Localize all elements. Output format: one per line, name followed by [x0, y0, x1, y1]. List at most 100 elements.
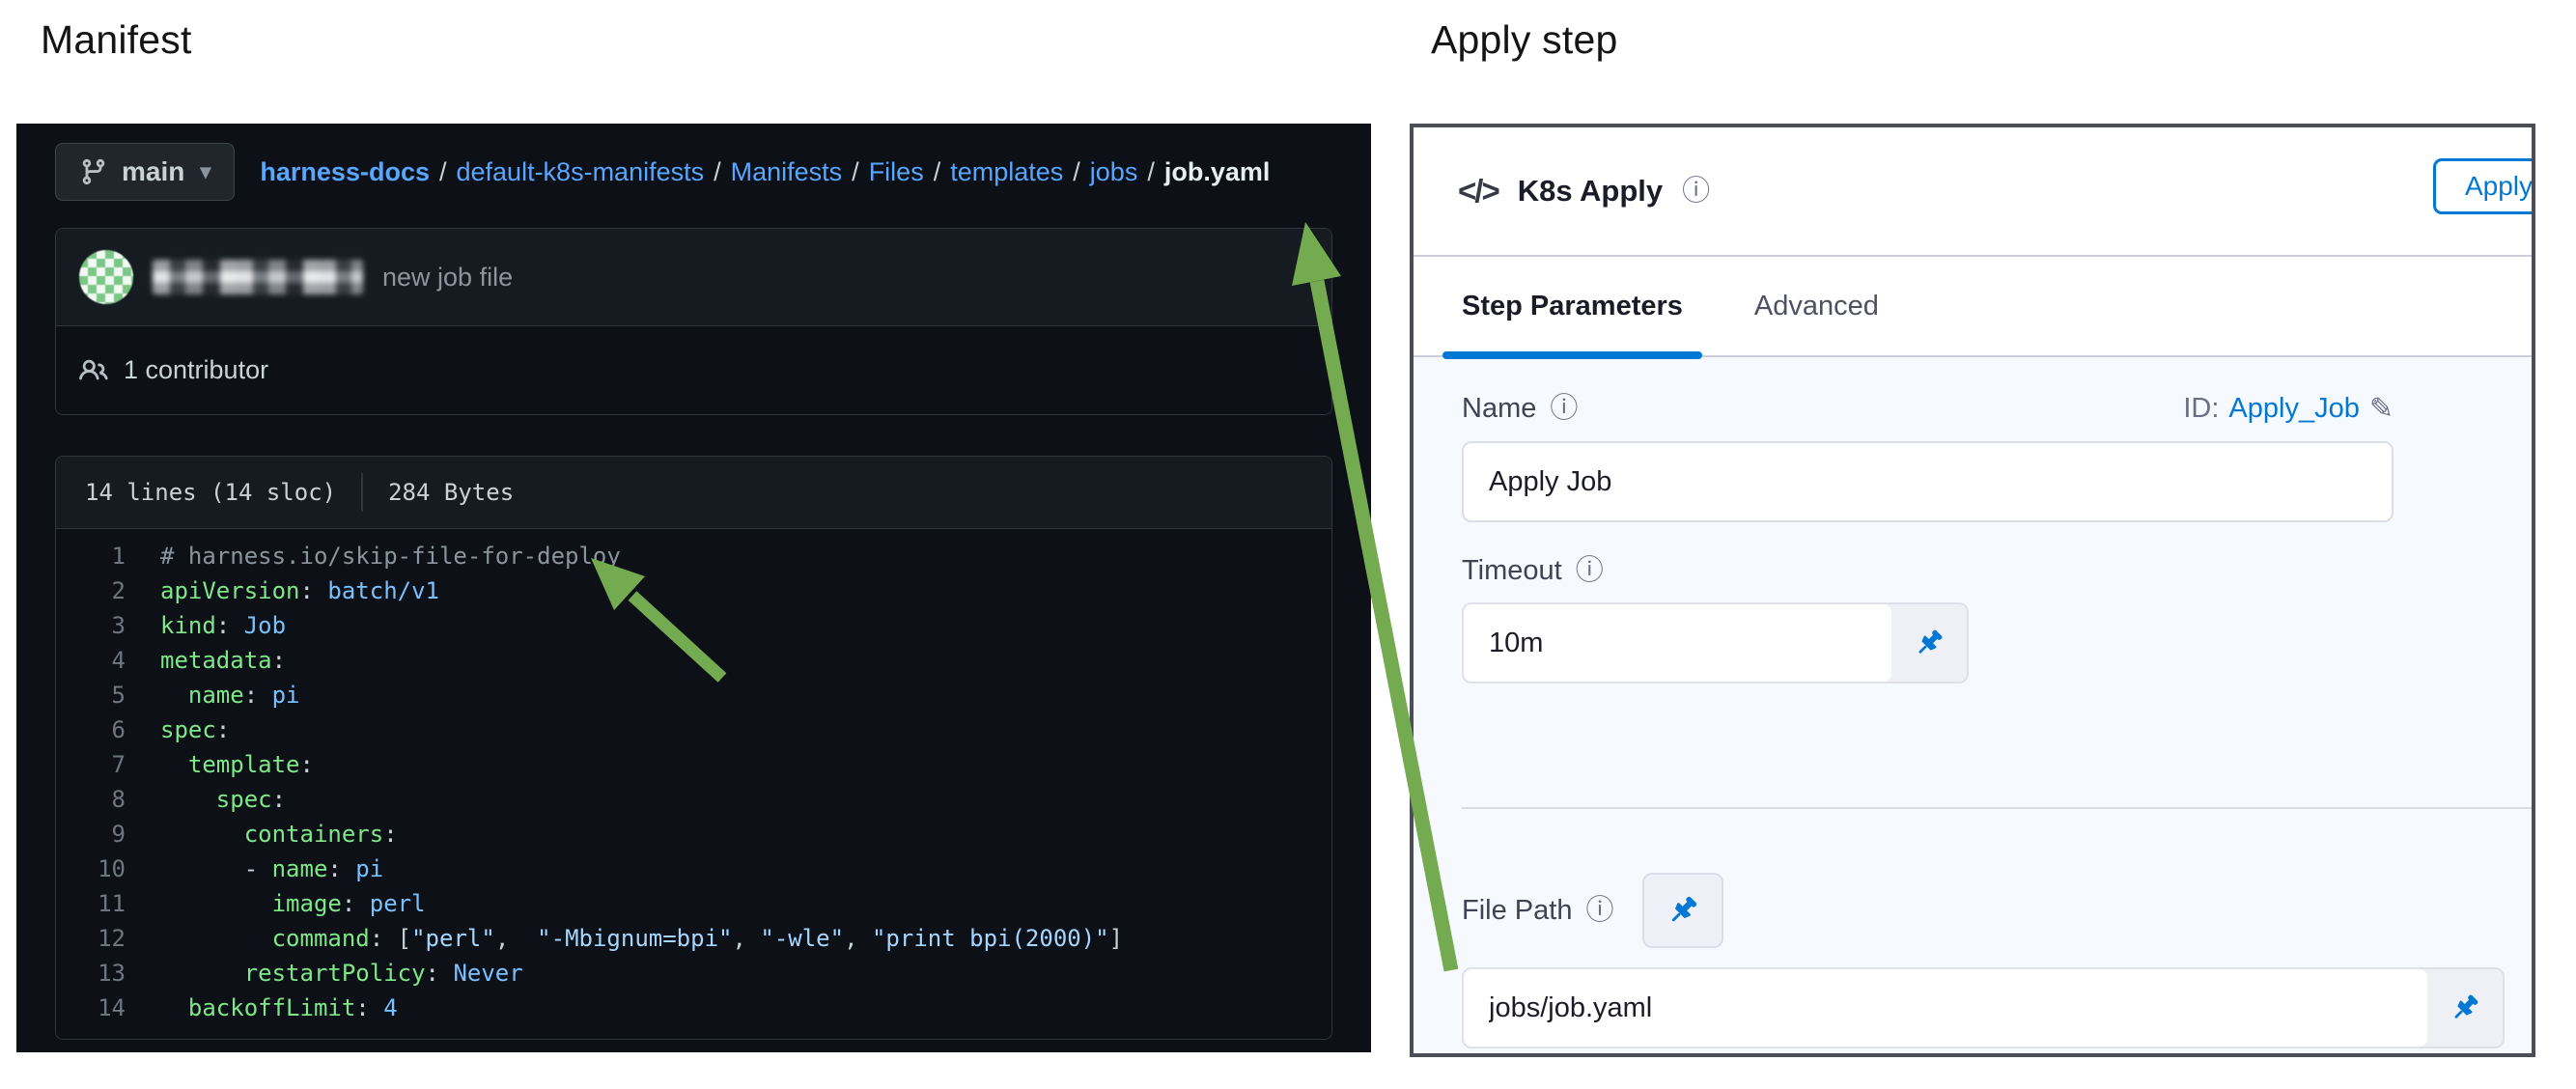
step-tabs: Step Parameters Advanced	[1414, 257, 2532, 357]
code-viewer: 1 # harness.io/skip-file-for-deploy 2 apiVe…	[56, 529, 1331, 1039]
file-lines-stat: 14 lines (14 sloc)	[85, 479, 336, 506]
timeout-input[interactable]	[1464, 604, 1891, 682]
code-text: # harness.io/skip-file-for-deploy	[160, 539, 621, 573]
name-input[interactable]	[1462, 441, 2394, 522]
file-path-field-label: File Path	[1462, 895, 1572, 927]
code-text: kind: Job	[160, 608, 286, 643]
avatar[interactable]	[79, 250, 133, 304]
line-number[interactable]: 9	[56, 817, 126, 852]
line-number[interactable]: 5	[56, 678, 126, 712]
code-line: 7 template:	[56, 747, 1331, 782]
step-title: K8s Apply	[1518, 174, 1663, 209]
breadcrumb-separator: /	[1073, 157, 1080, 186]
code-text: command: ["perl", "-Mbignum=bpi", "-wle"…	[160, 921, 1123, 956]
breadcrumb-link[interactable]: templates	[950, 157, 1063, 186]
timeout-field-label: Timeout	[1462, 555, 1562, 587]
line-number[interactable]: 7	[56, 747, 126, 782]
info-icon[interactable]: ⓘ	[1682, 178, 1710, 206]
code-line: 14 backoffLimit: 4	[56, 991, 1331, 1025]
step-parameters-form: Name ⓘ ID: Apply_Job ✎ Timeout ⓘ	[1414, 357, 2532, 1053]
line-number[interactable]: 3	[56, 608, 126, 643]
info-icon[interactable]: ⓘ	[1550, 395, 1578, 423]
step-panel-header: </> K8s Apply ⓘ Apply	[1414, 127, 2532, 257]
file-size-stat: 284 Bytes	[388, 479, 514, 506]
breadcrumb-separator: /	[934, 157, 941, 186]
line-number[interactable]: 8	[56, 782, 126, 817]
file-path-pin-button[interactable]	[1642, 873, 1723, 948]
timeout-input-wrap	[1462, 602, 1969, 684]
breadcrumb-separator: /	[439, 157, 447, 186]
breadcrumb-separator: /	[714, 157, 721, 186]
commit-message[interactable]: new job file	[382, 263, 513, 293]
id-label: ID:	[2183, 393, 2219, 425]
redacted-username	[153, 260, 363, 294]
code-text: backoffLimit: 4	[160, 991, 398, 1025]
breadcrumb-link[interactable]: jobs	[1090, 157, 1138, 186]
info-icon[interactable]: ⓘ	[1585, 897, 1613, 925]
section-divider	[1462, 807, 2532, 809]
code-line: 12 command: ["perl", "-Mbignum=bpi", "-w…	[56, 921, 1331, 956]
code-line: 5 name: pi	[56, 678, 1331, 712]
code-line: 8 spec:	[56, 782, 1331, 817]
info-icon[interactable]: ⓘ	[1576, 557, 1604, 585]
code-line: 2 apiVersion: batch/v1	[56, 573, 1331, 608]
contributors-count: 1 contributor	[124, 355, 268, 385]
breadcrumb-link[interactable]: Files	[869, 157, 924, 186]
git-branch-icon	[79, 157, 108, 186]
code-step-icon: </>	[1458, 173, 1498, 209]
code-text: name: pi	[160, 678, 300, 712]
breadcrumb: harness-docs / default-k8s-manifests / Manif…	[260, 157, 1270, 187]
line-number[interactable]: 4	[56, 643, 126, 678]
github-file-panel: main ▾ harness-docs / default-k8s-manifest…	[16, 124, 1371, 1052]
breadcrumb-separator: /	[852, 157, 859, 186]
apply-step-title: Apply step	[1431, 17, 1617, 63]
code-line: 11 image: perl	[56, 886, 1331, 921]
name-field-label: Name	[1462, 393, 1536, 425]
apply-changes-button[interactable]: Apply	[2433, 158, 2532, 214]
people-icon	[79, 356, 108, 385]
code-text: metadata:	[160, 643, 286, 678]
branch-selector-button[interactable]: main ▾	[55, 143, 235, 201]
step-id-group: ID: Apply_Job ✎	[2183, 392, 2394, 426]
code-line: 4 metadata:	[56, 643, 1331, 678]
latest-commit-box: new job file 1 contributor	[55, 228, 1332, 415]
step-id-link[interactable]: Apply_Job	[2228, 393, 2359, 425]
line-number[interactable]: 11	[56, 886, 126, 921]
code-text: image: perl	[160, 886, 426, 921]
line-number[interactable]: 6	[56, 712, 126, 747]
code-text: restartPolicy: Never	[160, 956, 523, 991]
runtime-input-pin-button[interactable]	[1891, 604, 1967, 682]
pushpin-icon	[1666, 893, 1700, 928]
contributors-row[interactable]: 1 contributor	[56, 326, 1331, 414]
branch-name: main	[122, 156, 184, 187]
manifest-title: Manifest	[41, 17, 192, 63]
line-number[interactable]: 1	[56, 539, 126, 573]
file-path-input[interactable]	[1464, 969, 2427, 1047]
line-number[interactable]: 2	[56, 573, 126, 608]
tab-advanced[interactable]: Advanced	[1754, 257, 1879, 355]
code-text: containers:	[160, 817, 398, 852]
file-stats-bar: 14 lines (14 sloc) 284 Bytes	[56, 457, 1331, 529]
code-text: apiVersion: batch/v1	[160, 573, 439, 608]
code-line: 13 restartPolicy: Never	[56, 956, 1331, 991]
edit-pencil-icon[interactable]: ✎	[2369, 392, 2394, 426]
line-number[interactable]: 14	[56, 991, 126, 1025]
breadcrumb-separator: /	[1147, 157, 1155, 186]
code-line: 3 kind: Job	[56, 608, 1331, 643]
breadcrumb-link[interactable]: harness-docs	[260, 157, 430, 186]
code-line: 6spec:	[56, 712, 1331, 747]
line-number[interactable]: 10	[56, 852, 126, 886]
code-text: spec:	[160, 782, 286, 817]
chevron-down-icon: ▾	[200, 159, 210, 184]
file-path-input-wrap	[1462, 967, 2505, 1048]
runtime-input-pin-button[interactable]	[2427, 969, 2503, 1047]
pushpin-icon	[1913, 627, 1946, 659]
line-number[interactable]: 13	[56, 956, 126, 991]
breadcrumb-link[interactable]: default-k8s-manifests	[457, 157, 705, 186]
code-line: 10 - name: pi	[56, 852, 1331, 886]
tab-step-parameters[interactable]: Step Parameters	[1462, 257, 1683, 355]
latest-commit-row: new job file	[56, 229, 1331, 326]
breadcrumb-link[interactable]: Manifests	[731, 157, 843, 186]
stats-divider	[361, 473, 363, 512]
line-number[interactable]: 12	[56, 921, 126, 956]
